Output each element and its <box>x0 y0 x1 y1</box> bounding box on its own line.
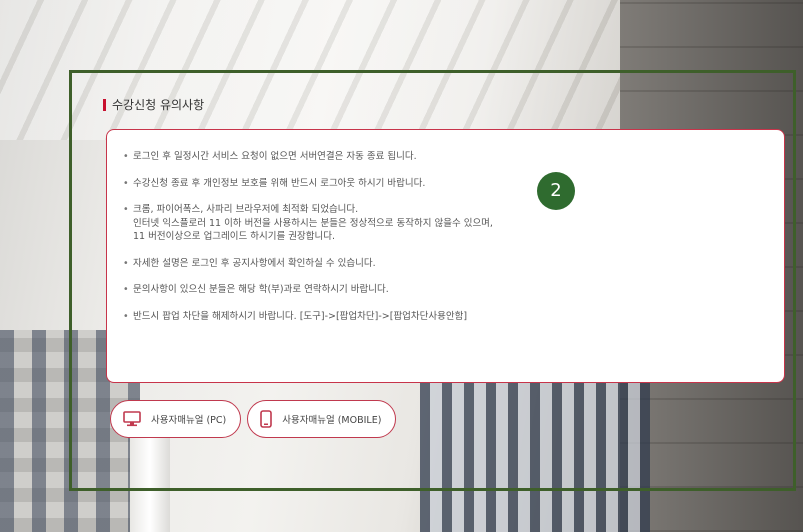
annotation-marker-badge: 2 <box>537 172 575 210</box>
annotation-highlight-frame <box>69 70 796 491</box>
